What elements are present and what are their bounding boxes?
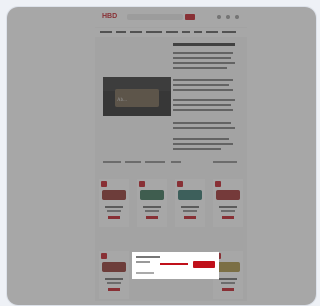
settings-link[interactable] [160,263,188,265]
accept-button[interactable] [193,261,215,268]
preview-card: HBD [6,6,317,306]
cookie-consent-dialog [132,252,219,279]
dialog-link[interactable] [136,272,154,274]
dialog-text [136,256,160,258]
dialog-text [136,261,150,263]
